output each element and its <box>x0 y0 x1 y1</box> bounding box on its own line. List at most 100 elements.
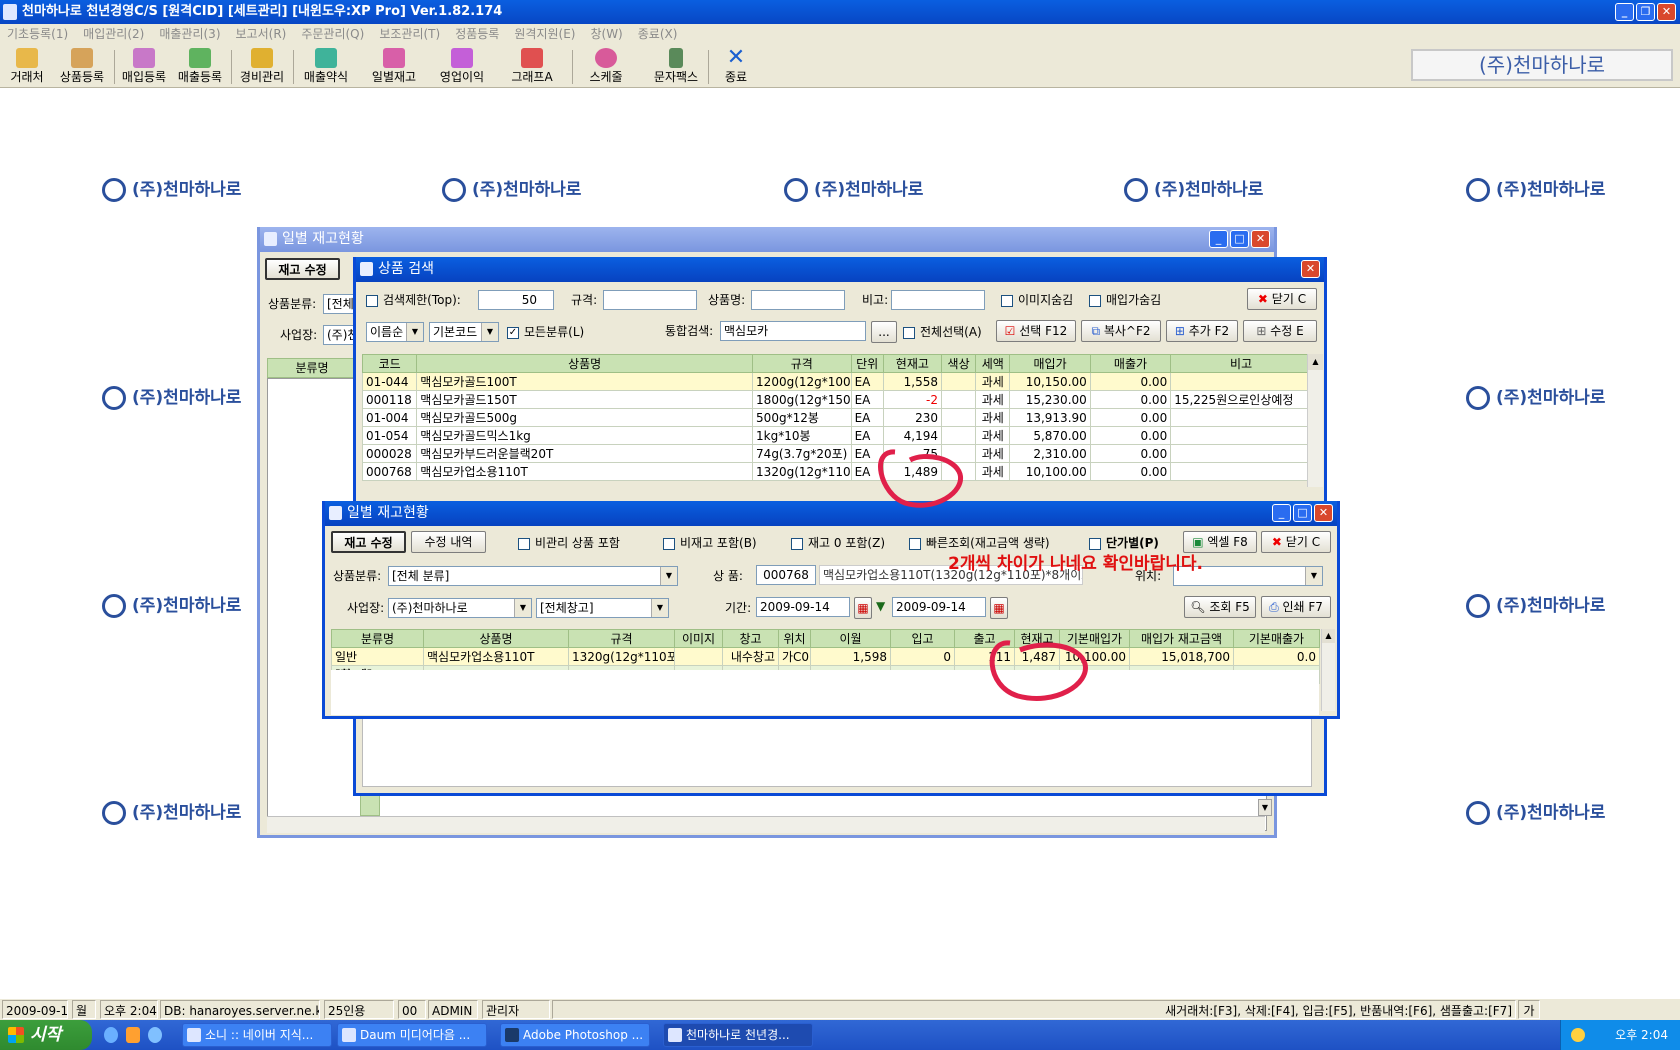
quicklaunch-daum-icon[interactable] <box>126 1027 140 1043</box>
close-button[interactable]: ✕ <box>1657 3 1676 21</box>
task-naver[interactable]: 소니 :: 네이버 지식... <box>182 1023 332 1047</box>
edit-button[interactable]: ⊞ 수정 E <box>1243 320 1317 342</box>
quicklaunch-browser-icon[interactable] <box>148 1027 162 1043</box>
vertical-scrollbar[interactable]: ▲ <box>1307 354 1323 487</box>
stock-edit-button[interactable]: 재고 수정 <box>265 258 340 280</box>
add-button[interactable]: ⊞ 추가 F2 <box>1166 320 1238 342</box>
product-name-input[interactable] <box>751 290 845 310</box>
toolbar-graph[interactable]: 그래프A <box>504 48 560 86</box>
date-from-input[interactable]: 2009-09-14 <box>756 597 850 617</box>
column-header[interactable]: 색상 <box>941 354 977 373</box>
category-select[interactable]: [전체 분류] <box>388 566 678 586</box>
toolbar-purchase[interactable]: 매입등록 <box>118 48 170 86</box>
close-button[interactable]: ✕ <box>1314 504 1333 522</box>
all-category-checkbox[interactable]: ✓ 모든분류(L) <box>507 324 584 340</box>
column-header[interactable]: 창고 <box>722 629 779 648</box>
column-header[interactable]: 상품명 <box>423 629 569 648</box>
toolbar-sales[interactable]: 매출등록 <box>174 48 226 86</box>
column-header[interactable]: 이월 <box>810 629 891 648</box>
column-header[interactable]: 매입가 재고금액 <box>1129 629 1234 648</box>
column-header[interactable]: 비고 <box>1170 354 1312 373</box>
product-code-input[interactable]: 000768 <box>756 565 816 585</box>
menu-item[interactable]: 정품등록 <box>455 24 499 44</box>
search-limit-checkbox[interactable]: 검색제한(Top): <box>366 292 461 308</box>
table-row[interactable]: 000028 맥심모카부드러운블랙20T 74g(3.7g*20포) EA 75 과세 2,… <box>361 444 1312 463</box>
hide-buy-price-checkbox[interactable]: 매입가숨김 <box>1089 292 1161 308</box>
scroll-down-arrow[interactable]: ▼ <box>1258 799 1272 816</box>
table-row[interactable]: 000118 맥심모카골드150T 1800g(12g*150) EA -2 과세 15,2… <box>361 390 1312 409</box>
search-close-button[interactable]: ✖ 닫기 C <box>1247 288 1317 310</box>
column-header[interactable]: 코드 <box>361 354 418 373</box>
column-header[interactable]: 상품명 <box>416 354 754 373</box>
column-header[interactable]: 출고 <box>954 629 1015 648</box>
minimize-button[interactable]: _ <box>1615 3 1634 21</box>
table-row[interactable]: 일반 맥심모카업소용110T 1320g(12g*110포 내수창고 가C0 1,598 0… <box>331 647 1320 666</box>
start-button[interactable]: 시작 <box>0 1020 92 1050</box>
select-f12-button[interactable]: ☑ 선택 F12 <box>996 320 1076 342</box>
column-header[interactable]: 세액 <box>975 354 1011 373</box>
calendar-icon[interactable]: ▦ <box>854 597 872 619</box>
restore-button[interactable]: ❐ <box>1636 3 1655 21</box>
calendar-icon[interactable]: ▦ <box>990 597 1008 619</box>
horizontal-scrollbar[interactable] <box>267 816 1265 833</box>
menu-item[interactable]: 매출관리(3) <box>159 24 220 44</box>
toolbar-schedule[interactable]: 스케줄 <box>578 48 634 86</box>
column-header[interactable]: 위치 <box>778 629 811 648</box>
menu-item[interactable]: 주문관리(Q) <box>301 24 364 44</box>
column-header[interactable]: 기본매입가 <box>1059 629 1130 648</box>
warehouse-select[interactable]: [전체창고] <box>536 598 669 618</box>
stock-edit-button[interactable]: 재고 수정 <box>331 531 406 553</box>
close-button[interactable]: ✕ <box>1251 230 1270 248</box>
close-button[interactable]: ✕ <box>1301 260 1320 278</box>
combined-search-input[interactable]: 맥심모카 <box>720 321 866 341</box>
table-row[interactable]: 000768 맥심모카업소용110T 1320g(12g*110) EA 1,489 과세… <box>361 462 1312 481</box>
column-header[interactable]: 매입가 <box>1009 354 1091 373</box>
include-zero-checkbox[interactable]: 재고 0 포함(Z) <box>791 535 885 551</box>
column-header[interactable]: 입고 <box>890 629 955 648</box>
select-all-checkbox[interactable]: 전체선택(A) <box>903 324 982 340</box>
print-button[interactable]: ⎙ 인쇄 F7 <box>1261 596 1331 618</box>
menu-item[interactable]: 매입관리(2) <box>83 24 144 44</box>
hide-image-checkbox[interactable]: 이미지숨김 <box>1001 292 1073 308</box>
menu-item[interactable]: 보조관리(T) <box>379 24 440 44</box>
sort-select[interactable]: 이름순 <box>366 322 424 342</box>
toolbar-expense[interactable]: 경비관리 <box>236 48 288 86</box>
column-header[interactable]: 이미지 <box>674 629 723 648</box>
column-header[interactable]: 기본매출가 <box>1233 629 1320 648</box>
vertical-scrollbar[interactable]: ▲ <box>1321 629 1335 711</box>
task-cheonmahanaro[interactable]: 천마하나로 천년경... <box>663 1023 813 1047</box>
column-header-category[interactable]: 분류명 <box>267 358 357 378</box>
browse-button[interactable]: ... <box>871 321 897 343</box>
query-button[interactable]: 🔍︎ 조회 F5 <box>1184 596 1256 618</box>
maximize-button[interactable]: □ <box>1293 504 1312 522</box>
minimize-button[interactable]: _ <box>1272 504 1291 522</box>
task-photoshop[interactable]: Adobe Photoshop ... <box>500 1023 650 1047</box>
table-row[interactable]: 01-044 맥심모카골드100T 1200g(12g*100) EA 1,558 과세 1… <box>361 372 1312 391</box>
column-header[interactable]: 현재고 <box>882 354 943 373</box>
daily-close-button[interactable]: ✖ 닫기 C <box>1261 531 1331 553</box>
include-unmanaged-checkbox[interactable]: 비관리 상품 포함 <box>518 535 620 551</box>
toolbar-profit[interactable]: 영업이익 <box>434 48 490 86</box>
column-header[interactable]: 분류명 <box>331 629 424 648</box>
menu-item[interactable]: 종료(X) <box>638 24 678 44</box>
include-nonstock-checkbox[interactable]: 비재고 포함(B) <box>663 535 757 551</box>
table-row[interactable]: 01-054 맥심모카골드믹스1kg 1kg*10봉 EA 4,194 과세 5,870.0… <box>361 426 1312 445</box>
search-limit-input[interactable]: 50 <box>478 290 554 310</box>
code-type-select[interactable]: 기본코드 <box>429 322 499 342</box>
toolbar-daily-stock[interactable]: 일별재고 <box>366 48 422 86</box>
toolbar-product-register[interactable]: 상품등록 <box>56 48 108 86</box>
column-header[interactable]: 매출가 <box>1089 354 1172 373</box>
quicklaunch-ie-icon[interactable] <box>104 1027 118 1043</box>
business-select[interactable]: (주)천마하나로 <box>388 598 532 618</box>
menu-item[interactable]: 보고서(R) <box>236 24 287 44</box>
toolbar-exit[interactable]: ✕ 종료 <box>714 47 758 86</box>
menu-item[interactable]: 원격지원(E) <box>514 24 575 44</box>
column-header[interactable]: 현재고 <box>1014 629 1060 648</box>
tray-icon[interactable] <box>1571 1028 1585 1042</box>
task-daum[interactable]: Daum 미디어다음 ... <box>337 1023 487 1047</box>
toolbar-customers[interactable]: 거래처 <box>6 48 48 86</box>
spec-input[interactable] <box>603 290 697 310</box>
toolbar-sales-summary[interactable]: 매출약식 <box>298 48 354 86</box>
toolbar-sms-fax[interactable]: 문자팩스 <box>648 48 704 86</box>
column-header[interactable]: 단위 <box>850 354 884 373</box>
